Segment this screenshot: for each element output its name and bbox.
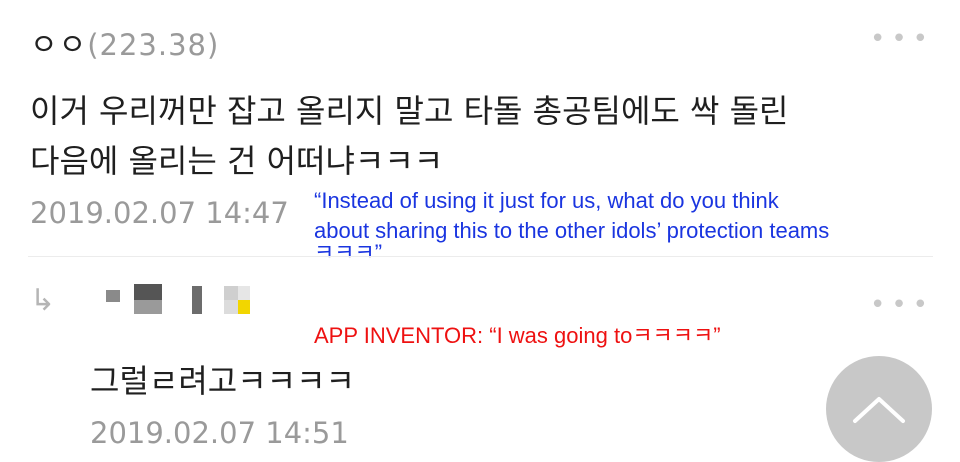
scroll-to-top-button[interactable] bbox=[826, 356, 932, 462]
reply-more-dots-icon[interactable]: ••• bbox=[870, 292, 934, 318]
translation-caption-red: APP INVENTOR: “I was going toㅋㅋㅋㅋ” bbox=[314, 323, 721, 348]
post-text-line-1: 이거 우리꺼만 잡고 올리지 말고 타돌 총공팀에도 싹 돌린 bbox=[30, 92, 789, 130]
post-text-line-2: 다음에 올리는 건 어떠냐ㅋㅋㅋ bbox=[30, 142, 444, 180]
post-body: 이거 우리꺼만 잡고 올리지 말고 타돌 총공팀에도 싹 돌린 다음에 올리는 … bbox=[30, 86, 930, 186]
more-dots-icon[interactable]: ••• bbox=[870, 26, 934, 52]
reply-body: 그럴ㄹ려고ㅋㅋㅋㅋ bbox=[90, 362, 355, 400]
post-author: ㅇㅇ(223.38) bbox=[30, 20, 219, 64]
reply-timestamp: 2019.02.07 14:51 bbox=[90, 416, 349, 450]
chevron-up-icon bbox=[853, 397, 905, 423]
author-ip: (223.38) bbox=[87, 28, 220, 62]
translation-blue-line-1: “Instead of using it just for us, what d… bbox=[314, 188, 779, 213]
reply-arrow-icon: ↳ bbox=[30, 283, 56, 318]
comment-divider bbox=[28, 256, 933, 257]
post-timestamp: 2019.02.07 14:47 bbox=[30, 196, 289, 230]
author-name: ㅇㅇ bbox=[30, 28, 88, 63]
censored-username bbox=[100, 284, 260, 318]
